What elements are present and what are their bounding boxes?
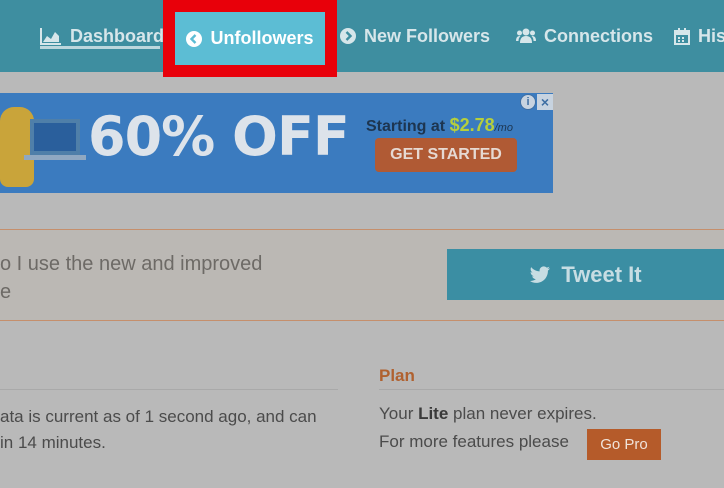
tweet-it-label: Tweet It xyxy=(561,261,642,287)
nav-connections-label: Connections xyxy=(544,25,654,46)
unfollowers-highlight-box: Unfollowers xyxy=(163,0,337,77)
ad-close-icon[interactable]: × xyxy=(537,94,553,110)
plan-line1-suffix: plan never expires. xyxy=(448,404,597,423)
tweet-banner-line1: o I use the new and improved xyxy=(0,253,263,275)
nav-unfollowers-label: Unfollowers xyxy=(210,28,314,48)
calendar-icon xyxy=(674,27,690,45)
top-nav: Dashboard Unfollowers New Followers Conn… xyxy=(0,0,724,77)
plan-name: Lite xyxy=(418,404,449,423)
right-divider xyxy=(379,389,724,390)
arrow-left-circle-icon xyxy=(186,30,203,47)
nav-connections[interactable]: Connections xyxy=(516,0,653,72)
data-status-text: ata is current as of 1 second ago, and c… xyxy=(0,404,338,456)
data-status-line1: ata is current as of 1 second ago, and c… xyxy=(0,407,317,426)
ad-get-started-button[interactable]: GET STARTED xyxy=(375,138,517,172)
ad-price-text: Starting at $2.78/mo xyxy=(366,115,513,136)
ad-mascot-image xyxy=(0,107,34,187)
tweet-banner-line2: e xyxy=(0,281,12,303)
nav-new-followers[interactable]: New Followers xyxy=(340,0,490,72)
tweet-banner-text: o I use the new and improved e xyxy=(0,250,300,306)
arrow-right-circle-icon xyxy=(340,28,356,44)
ad-info-icon[interactable]: i xyxy=(520,94,536,110)
left-divider xyxy=(0,389,338,390)
nav-history[interactable]: His xyxy=(674,0,724,72)
ad-headline: 60% OFF xyxy=(88,105,350,168)
nav-unfollowers[interactable]: Unfollowers xyxy=(175,12,325,65)
nav-new-followers-label: New Followers xyxy=(364,25,491,46)
nav-dashboard[interactable]: Dashboard xyxy=(40,0,164,72)
chart-icon xyxy=(40,28,61,45)
ad-laptop-image xyxy=(30,119,80,155)
ad-laptop-base xyxy=(24,155,86,160)
plan-status-text: Your Lite plan never expires. xyxy=(379,404,597,424)
ad-price: $2.78 xyxy=(449,115,495,135)
plan-upgrade-text: For more features please xyxy=(379,432,569,451)
go-pro-button[interactable]: Go Pro xyxy=(587,429,661,460)
data-status-line2: in 14 minutes. xyxy=(0,433,106,452)
twitter-bird-icon xyxy=(530,265,551,283)
plan-title: Plan xyxy=(379,366,415,385)
users-icon xyxy=(516,28,536,43)
nav-history-label: His xyxy=(698,25,724,46)
tweet-it-button[interactable]: Tweet It xyxy=(447,249,724,300)
ad-per-month: /mo xyxy=(494,122,513,134)
plan-line1-prefix: Your xyxy=(379,404,419,423)
nav-dashboard-label: Dashboard xyxy=(70,25,165,46)
dashboard-underline xyxy=(40,46,160,49)
ad-starting-label: Starting at xyxy=(366,118,450,135)
